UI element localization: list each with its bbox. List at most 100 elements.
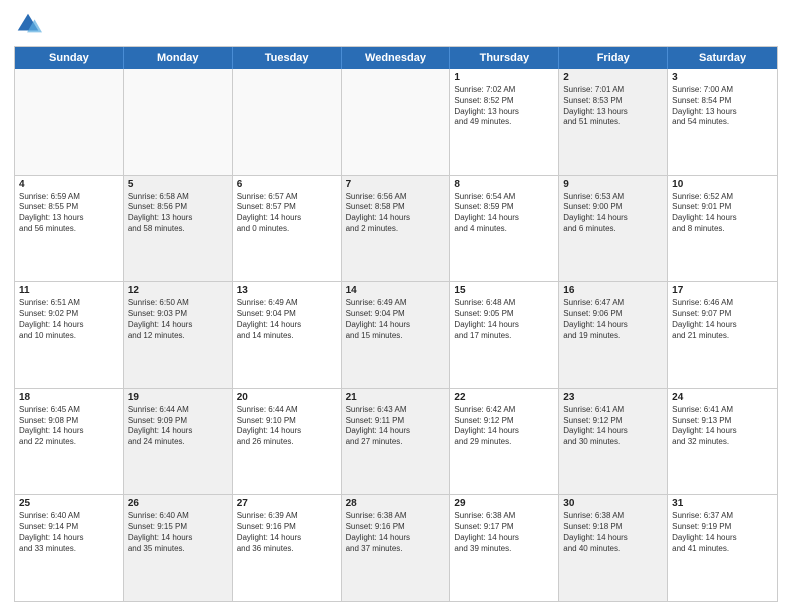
- cal-cell-8: 8 Sunrise: 6:54 AM Sunset: 8:59 PM Daylig…: [450, 176, 559, 282]
- day-info: Sunrise: 6:50 AM Sunset: 9:03 PM Dayligh…: [128, 298, 228, 341]
- day-info: Sunrise: 6:58 AM Sunset: 8:56 PM Dayligh…: [128, 192, 228, 235]
- calendar-row-1: 1Sunrise: 7:02 AM Sunset: 8:52 PM Daylig…: [15, 69, 777, 175]
- day-info: Sunrise: 6:44 AM Sunset: 9:10 PM Dayligh…: [237, 405, 337, 448]
- header-day-wednesday: Wednesday: [342, 47, 451, 69]
- calendar-header: SundayMondayTuesdayWednesdayThursdayFrid…: [15, 47, 777, 69]
- cal-cell-17: 17Sunrise: 6:46 AM Sunset: 9:07 PM Dayli…: [668, 282, 777, 388]
- day-info: Sunrise: 6:56 AM Sunset: 8:58 PM Dayligh…: [346, 192, 446, 235]
- cal-cell-10: 10Sunrise: 6:52 AM Sunset: 9:01 PM Dayli…: [668, 176, 777, 282]
- day-number: 23: [563, 392, 663, 403]
- cal-cell-3: 3 Sunrise: 7:00 AM Sunset: 8:54 PM Daylig…: [668, 69, 777, 175]
- cal-cell-9: 9 Sunrise: 6:53 AM Sunset: 9:00 PM Daylig…: [559, 176, 668, 282]
- day-info: Sunrise: 6:49 AM Sunset: 9:04 PM Dayligh…: [346, 298, 446, 341]
- cal-cell-30: 30 Sunrise: 6:38 AM Sunset: 9:18 PM Dayli…: [559, 495, 668, 601]
- day-info: Sunrise: 6:57 AM Sunset: 8:57 PM Dayligh…: [237, 192, 337, 235]
- calendar-row-3: 11 Sunrise: 6:51 AM Sunset: 9:02 PM Dayli…: [15, 281, 777, 388]
- cal-cell-15: 15Sunrise: 6:48 AM Sunset: 9:05 PM Dayli…: [450, 282, 559, 388]
- cal-cell-7: 7 Sunrise: 6:56 AM Sunset: 8:58 PM Daylig…: [342, 176, 451, 282]
- cal-cell-1: 1Sunrise: 7:02 AM Sunset: 8:52 PM Daylig…: [450, 69, 559, 175]
- day-number: 11: [19, 285, 119, 296]
- day-number: 12: [128, 285, 228, 296]
- logo-icon: [14, 10, 42, 38]
- calendar: SundayMondayTuesdayWednesdayThursdayFrid…: [14, 46, 778, 602]
- day-info: Sunrise: 6:41 AM Sunset: 9:12 PM Dayligh…: [563, 405, 663, 448]
- cal-cell-empty-0-2: [233, 69, 342, 175]
- day-info: Sunrise: 6:39 AM Sunset: 9:16 PM Dayligh…: [237, 511, 337, 554]
- day-number: 19: [128, 392, 228, 403]
- calendar-row-5: 25 Sunrise: 6:40 AM Sunset: 9:14 PM Dayli…: [15, 494, 777, 601]
- header-day-tuesday: Tuesday: [233, 47, 342, 69]
- day-number: 20: [237, 392, 337, 403]
- cal-cell-12: 12 Sunrise: 6:50 AM Sunset: 9:03 PM Dayli…: [124, 282, 233, 388]
- cal-cell-19: 19Sunrise: 6:44 AM Sunset: 9:09 PM Dayli…: [124, 389, 233, 495]
- day-info: Sunrise: 6:40 AM Sunset: 9:14 PM Dayligh…: [19, 511, 119, 554]
- cal-cell-21: 21 Sunrise: 6:43 AM Sunset: 9:11 PM Dayli…: [342, 389, 451, 495]
- day-number: 2: [563, 72, 663, 83]
- day-number: 8: [454, 179, 554, 190]
- cal-cell-empty-0-3: [342, 69, 451, 175]
- day-number: 28: [346, 498, 446, 509]
- day-info: Sunrise: 6:51 AM Sunset: 9:02 PM Dayligh…: [19, 298, 119, 341]
- header: [14, 10, 778, 38]
- day-info: Sunrise: 6:38 AM Sunset: 9:16 PM Dayligh…: [346, 511, 446, 554]
- day-number: 4: [19, 179, 119, 190]
- cal-cell-11: 11 Sunrise: 6:51 AM Sunset: 9:02 PM Dayli…: [15, 282, 124, 388]
- day-info: Sunrise: 6:43 AM Sunset: 9:11 PM Dayligh…: [346, 405, 446, 448]
- day-number: 25: [19, 498, 119, 509]
- day-number: 22: [454, 392, 554, 403]
- cal-cell-2: 2 Sunrise: 7:01 AM Sunset: 8:53 PM Daylig…: [559, 69, 668, 175]
- cal-cell-28: 28 Sunrise: 6:38 AM Sunset: 9:16 PM Dayli…: [342, 495, 451, 601]
- day-info: Sunrise: 6:47 AM Sunset: 9:06 PM Dayligh…: [563, 298, 663, 341]
- day-info: Sunrise: 6:38 AM Sunset: 9:17 PM Dayligh…: [454, 511, 554, 554]
- day-number: 16: [563, 285, 663, 296]
- cal-cell-6: 6 Sunrise: 6:57 AM Sunset: 8:57 PM Daylig…: [233, 176, 342, 282]
- header-day-monday: Monday: [124, 47, 233, 69]
- day-number: 31: [672, 498, 773, 509]
- day-number: 26: [128, 498, 228, 509]
- page: SundayMondayTuesdayWednesdayThursdayFrid…: [0, 0, 792, 612]
- day-info: Sunrise: 6:40 AM Sunset: 9:15 PM Dayligh…: [128, 511, 228, 554]
- day-info: Sunrise: 6:54 AM Sunset: 8:59 PM Dayligh…: [454, 192, 554, 235]
- cal-cell-29: 29Sunrise: 6:38 AM Sunset: 9:17 PM Dayli…: [450, 495, 559, 601]
- cal-cell-31: 31 Sunrise: 6:37 AM Sunset: 9:19 PM Dayli…: [668, 495, 777, 601]
- cal-cell-empty-0-0: [15, 69, 124, 175]
- day-info: Sunrise: 6:37 AM Sunset: 9:19 PM Dayligh…: [672, 511, 773, 554]
- day-info: Sunrise: 6:41 AM Sunset: 9:13 PM Dayligh…: [672, 405, 773, 448]
- day-info: Sunrise: 7:02 AM Sunset: 8:52 PM Dayligh…: [454, 85, 554, 128]
- cal-cell-25: 25 Sunrise: 6:40 AM Sunset: 9:14 PM Dayli…: [15, 495, 124, 601]
- day-number: 27: [237, 498, 337, 509]
- cal-cell-27: 27 Sunrise: 6:39 AM Sunset: 9:16 PM Dayli…: [233, 495, 342, 601]
- cal-cell-5: 5Sunrise: 6:58 AM Sunset: 8:56 PM Daylig…: [124, 176, 233, 282]
- day-info: Sunrise: 7:00 AM Sunset: 8:54 PM Dayligh…: [672, 85, 773, 128]
- cal-cell-14: 14Sunrise: 6:49 AM Sunset: 9:04 PM Dayli…: [342, 282, 451, 388]
- day-info: Sunrise: 6:59 AM Sunset: 8:55 PM Dayligh…: [19, 192, 119, 235]
- day-number: 18: [19, 392, 119, 403]
- calendar-row-2: 4 Sunrise: 6:59 AM Sunset: 8:55 PM Daylig…: [15, 175, 777, 282]
- day-number: 30: [563, 498, 663, 509]
- day-info: Sunrise: 6:42 AM Sunset: 9:12 PM Dayligh…: [454, 405, 554, 448]
- cal-cell-24: 24Sunrise: 6:41 AM Sunset: 9:13 PM Dayli…: [668, 389, 777, 495]
- cal-cell-23: 23 Sunrise: 6:41 AM Sunset: 9:12 PM Dayli…: [559, 389, 668, 495]
- header-day-sunday: Sunday: [15, 47, 124, 69]
- day-number: 10: [672, 179, 773, 190]
- cal-cell-13: 13 Sunrise: 6:49 AM Sunset: 9:04 PM Dayli…: [233, 282, 342, 388]
- calendar-body: 1Sunrise: 7:02 AM Sunset: 8:52 PM Daylig…: [15, 69, 777, 601]
- day-number: 9: [563, 179, 663, 190]
- day-info: Sunrise: 6:45 AM Sunset: 9:08 PM Dayligh…: [19, 405, 119, 448]
- cal-cell-16: 16 Sunrise: 6:47 AM Sunset: 9:06 PM Dayli…: [559, 282, 668, 388]
- day-info: Sunrise: 6:38 AM Sunset: 9:18 PM Dayligh…: [563, 511, 663, 554]
- day-number: 13: [237, 285, 337, 296]
- day-info: Sunrise: 6:48 AM Sunset: 9:05 PM Dayligh…: [454, 298, 554, 341]
- day-number: 3: [672, 72, 773, 83]
- day-info: Sunrise: 7:01 AM Sunset: 8:53 PM Dayligh…: [563, 85, 663, 128]
- day-info: Sunrise: 6:49 AM Sunset: 9:04 PM Dayligh…: [237, 298, 337, 341]
- day-info: Sunrise: 6:53 AM Sunset: 9:00 PM Dayligh…: [563, 192, 663, 235]
- cal-cell-4: 4 Sunrise: 6:59 AM Sunset: 8:55 PM Daylig…: [15, 176, 124, 282]
- day-number: 17: [672, 285, 773, 296]
- cal-cell-26: 26 Sunrise: 6:40 AM Sunset: 9:15 PM Dayli…: [124, 495, 233, 601]
- cal-cell-empty-0-1: [124, 69, 233, 175]
- day-number: 21: [346, 392, 446, 403]
- cal-cell-22: 22 Sunrise: 6:42 AM Sunset: 9:12 PM Dayli…: [450, 389, 559, 495]
- day-number: 7: [346, 179, 446, 190]
- day-number: 6: [237, 179, 337, 190]
